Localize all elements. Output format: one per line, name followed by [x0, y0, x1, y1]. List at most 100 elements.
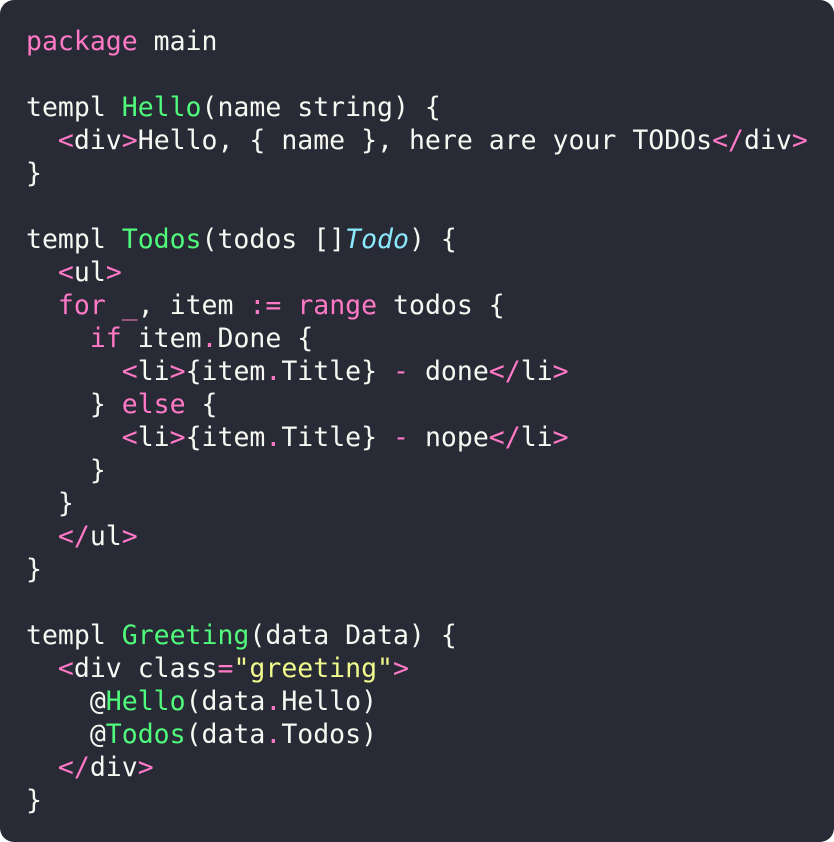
code-text: }: [26, 389, 122, 420]
code-line: @Todos(data.Todos): [26, 718, 834, 751]
code-line: </div>: [26, 751, 834, 784]
code-line: @Hello(data.Hello): [26, 685, 834, 718]
code-keyword: package: [26, 26, 138, 57]
code-text: {item: [185, 356, 266, 387]
code-text: nope: [409, 422, 489, 453]
code-keyword: </: [712, 125, 745, 156]
code-line: }: [26, 454, 834, 487]
code-text: todos {: [377, 290, 505, 321]
code-keyword: >: [552, 356, 569, 387]
code-text: div: [73, 125, 122, 156]
code-text: done: [409, 356, 489, 387]
code-text: {: [185, 389, 218, 420]
code-text: li: [520, 422, 553, 453]
code-text: li: [137, 422, 170, 453]
code-keyword: >: [552, 422, 569, 453]
code-keyword: =: [217, 653, 234, 684]
code-text: Title}: [281, 356, 394, 387]
code-line: templ Hello(name string) {: [26, 91, 834, 124]
code-text: Todos): [281, 719, 378, 750]
code-text: main: [137, 26, 218, 57]
code-text: }: [26, 158, 42, 189]
code-text: ul: [89, 521, 122, 552]
code-function-name: Hello: [105, 686, 186, 717]
code-text: li: [520, 356, 553, 387]
code-line: }: [26, 784, 834, 817]
code-keyword: _: [121, 290, 138, 321]
code-keyword: </: [488, 422, 521, 453]
code-text: (name string) {: [201, 92, 441, 123]
code-keyword: <: [57, 653, 74, 684]
code-text: (data: [185, 719, 266, 750]
code-text: div: [89, 752, 138, 783]
code-function-name: Hello: [121, 92, 202, 123]
code-text: ) {: [408, 224, 457, 255]
code-keyword: <: [57, 257, 74, 288]
code-text: }: [26, 488, 74, 519]
code-text: @: [26, 719, 106, 750]
code-text: Done {: [217, 323, 314, 354]
code-text: }: [26, 785, 42, 816]
code-keyword: <: [57, 125, 74, 156]
code-text: (data Data) {: [249, 620, 457, 651]
code-line: <ul>: [26, 256, 834, 289]
code-keyword: for: [57, 290, 106, 321]
code-keyword: else: [121, 389, 186, 420]
code-keyword: .: [265, 719, 282, 750]
code-keyword: >: [791, 125, 808, 156]
code-keyword: .: [265, 686, 282, 717]
code-keyword: -: [393, 422, 409, 453]
code-keyword: if: [89, 323, 122, 354]
code-text: templ: [26, 224, 122, 255]
code-block: package main templ Hello(name string) { <…: [26, 25, 834, 817]
code-text: li: [137, 356, 170, 387]
code-keyword: >: [169, 422, 186, 453]
code-line: templ Todos(todos []Todo) {: [26, 223, 834, 256]
code-string: "greeting": [233, 653, 393, 684]
code-keyword: .: [265, 422, 282, 453]
code-keyword: >: [137, 752, 154, 783]
code-keyword: -: [393, 356, 409, 387]
code-keyword: .: [265, 356, 282, 387]
code-line: for _, item := range todos {: [26, 289, 834, 322]
code-line: }: [26, 553, 834, 586]
code-type-name: Todo: [345, 224, 409, 255]
code-keyword: </: [57, 521, 90, 552]
code-line: <div>Hello, { name }, here are your TODO…: [26, 124, 834, 157]
code-keyword: <: [121, 356, 138, 387]
code-function-name: Todos: [105, 719, 186, 750]
code-text: Hello): [281, 686, 378, 717]
code-text: }: [26, 554, 42, 585]
code-line: </ul>: [26, 520, 834, 553]
code-text: (data: [185, 686, 266, 717]
code-line: package main: [26, 25, 834, 58]
code-text: Title}: [281, 422, 394, 453]
code-line: }: [26, 487, 834, 520]
code-keyword: </: [57, 752, 90, 783]
code-keyword: </: [488, 356, 521, 387]
code-text: ul: [73, 257, 106, 288]
code-text: templ: [26, 620, 122, 651]
code-keyword: .: [201, 323, 218, 354]
code-line: }: [26, 157, 834, 190]
code-text: , item: [137, 290, 250, 321]
code-function-name: Todos: [121, 224, 202, 255]
code-text: item: [121, 323, 202, 354]
code-keyword: >: [121, 521, 138, 552]
code-line: if item.Done {: [26, 322, 834, 355]
code-text: {item: [185, 422, 266, 453]
code-keyword: >: [105, 257, 122, 288]
code-keyword: >: [169, 356, 186, 387]
